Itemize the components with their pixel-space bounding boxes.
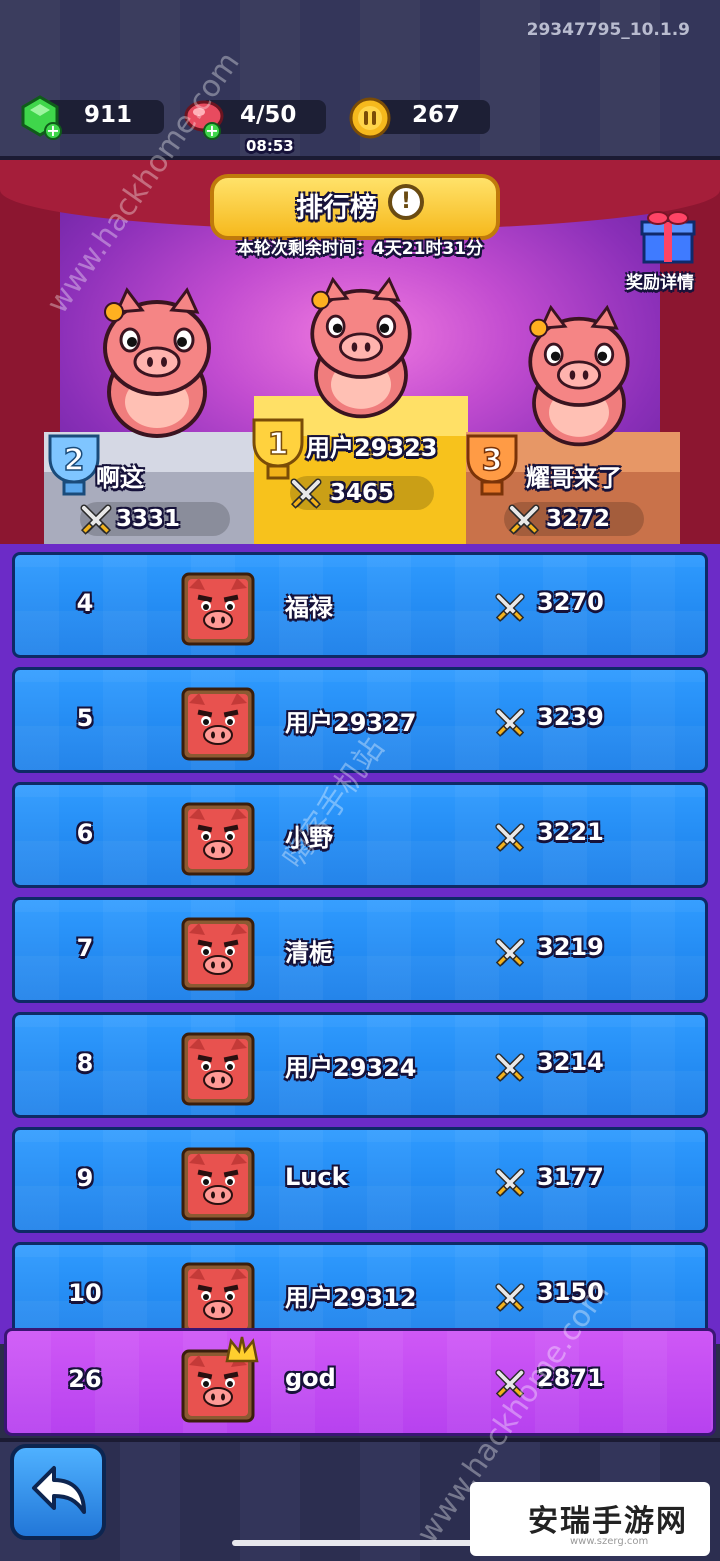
player-name: 清栀: [285, 939, 333, 967]
gift-icon[interactable]: [640, 210, 696, 264]
player-score: 3239: [537, 703, 604, 731]
swords-icon: [506, 502, 542, 538]
swords-icon: [493, 1281, 527, 1315]
rank-number: 10: [68, 1279, 102, 1307]
swords-icon: [288, 476, 324, 512]
player-score: 3219: [537, 933, 604, 961]
rank-number: 5: [76, 704, 94, 732]
site-logo-url: www.szerg.com: [570, 1536, 649, 1547]
rank-number: 6: [76, 819, 94, 847]
rank-number: 4: [76, 589, 94, 617]
gems-counter[interactable]: 911: [44, 100, 164, 134]
rank-number: 8: [76, 1049, 94, 1077]
back-button[interactable]: [10, 1444, 106, 1540]
podium-third-name: 耀哥来了: [526, 464, 622, 492]
player-name: 用户29312: [285, 1284, 417, 1312]
my-player-name: god: [285, 1364, 336, 1392]
swords-icon: [493, 1166, 527, 1200]
crown-icon: [225, 1336, 259, 1363]
podium-second-score: 3331: [116, 506, 181, 532]
energy-timer: 08:53: [246, 137, 294, 155]
svg-text:1: 1: [268, 427, 289, 462]
reward-details-label[interactable]: 奖励详情: [626, 268, 694, 293]
podium-first-score: 3465: [330, 480, 395, 506]
pig-avatar-second: [103, 287, 211, 438]
pig-avatar-icon: [181, 917, 255, 991]
home-indicator[interactable]: [232, 1540, 488, 1546]
info-icon[interactable]: !: [388, 184, 424, 220]
list-item[interactable]: 4 福禄 3270: [12, 552, 708, 658]
swords-icon: [78, 502, 114, 538]
list-item[interactable]: 9 Luck 3177: [12, 1127, 708, 1233]
pig-avatar-third: [528, 304, 630, 447]
trophy-bronze-icon: 3: [466, 434, 518, 496]
swords-icon: [493, 591, 527, 625]
list-item[interactable]: 8 用户29324 3214: [12, 1012, 708, 1118]
swords-icon: [493, 936, 527, 970]
version-label: 29347795_10.1.9: [526, 20, 690, 40]
add-gems-icon[interactable]: +: [44, 122, 62, 140]
pig-avatar-icon: [181, 1147, 255, 1221]
pig-avatar-icon: [181, 802, 255, 876]
podium-second-name: 啊这: [96, 464, 144, 492]
player-name: 福禄: [285, 594, 333, 622]
trophy-gold-icon: 1: [252, 418, 304, 480]
svg-text:3: 3: [482, 443, 503, 478]
pig-avatar-first: [310, 276, 412, 419]
top-resource-bar: 29347795_10.1.9 911 + 4/50 + 08:53 267: [0, 0, 720, 160]
pig-avatar-icon: [181, 572, 255, 646]
svg-text:2: 2: [64, 443, 85, 478]
list-item[interactable]: 7 清栀 3219: [12, 897, 708, 1003]
gems-value: 911: [84, 102, 133, 128]
my-rank-number: 26: [68, 1365, 102, 1393]
swords-icon: [493, 1051, 527, 1085]
swords-icon: [493, 706, 527, 740]
energy-value: 4/50: [240, 102, 297, 128]
coin-icon: [349, 97, 391, 139]
swords-icon: [493, 821, 527, 855]
coins-value: 267: [412, 102, 461, 128]
back-arrow-icon: [32, 1466, 86, 1514]
add-energy-icon[interactable]: +: [203, 122, 221, 140]
pig-avatar-icon: [181, 1032, 255, 1106]
player-score: 3214: [537, 1048, 604, 1076]
my-rank-row[interactable]: 26 god 2871: [4, 1328, 716, 1436]
pig-avatar-icon: [181, 687, 255, 761]
player-score: 3177: [537, 1163, 604, 1191]
rank-number: 9: [76, 1164, 94, 1192]
player-score: 3270: [537, 588, 604, 616]
leaderboard-title: 排行榜: [296, 193, 377, 224]
pig-avatar-icon: [181, 1262, 255, 1336]
player-name: Luck: [285, 1163, 348, 1191]
podium-first-name: 用户29323: [306, 434, 438, 462]
podium-third-score: 3272: [546, 506, 611, 532]
site-logo-text: 安瑞手游网: [528, 1504, 688, 1539]
player-score: 3221: [537, 818, 604, 846]
rank-number: 7: [76, 934, 94, 962]
player-name: 用户29324: [285, 1054, 417, 1082]
